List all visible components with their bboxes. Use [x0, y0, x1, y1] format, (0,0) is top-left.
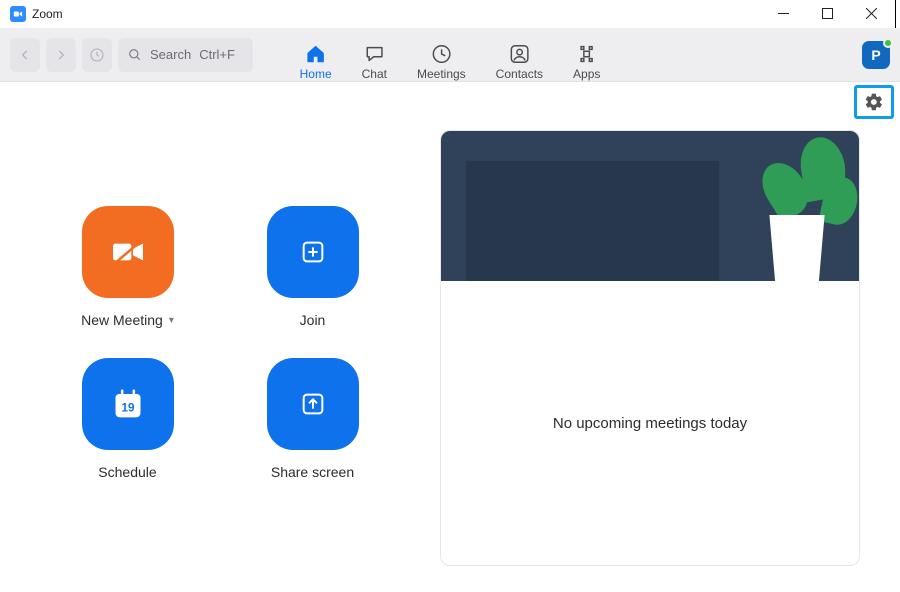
- tab-apps[interactable]: Apps: [573, 39, 600, 81]
- apps-icon: [576, 43, 598, 65]
- window-titlebar: Zoom: [0, 0, 900, 28]
- share-up-icon: [297, 388, 329, 420]
- chat-icon: [363, 43, 385, 65]
- maximize-button[interactable]: [805, 0, 849, 28]
- profile-initial: P: [871, 47, 880, 63]
- action-share-screen[interactable]: Share screen: [225, 358, 400, 480]
- schedule-tile: 19: [82, 358, 174, 450]
- close-button[interactable]: [849, 0, 893, 28]
- search-shortcut-hint: Ctrl+F: [199, 47, 235, 62]
- action-schedule[interactable]: 19 Schedule: [40, 358, 215, 480]
- quick-actions: New Meeting ▾ Join 19: [40, 116, 400, 566]
- settings-row: [0, 82, 900, 116]
- search-icon: [128, 48, 142, 62]
- profile-avatar[interactable]: P: [862, 41, 890, 69]
- tab-label: Chat: [362, 67, 387, 81]
- action-label-row: New Meeting ▾: [81, 312, 174, 328]
- clock-icon: [430, 43, 452, 65]
- upcoming-meetings-panel: No upcoming meetings today: [440, 130, 860, 566]
- plus-icon: [297, 236, 329, 268]
- action-new-meeting[interactable]: New Meeting ▾: [40, 206, 215, 328]
- tab-label: Contacts: [496, 67, 543, 81]
- no-meetings-message: No upcoming meetings today: [553, 415, 747, 432]
- new-meeting-tile: [82, 206, 174, 298]
- calendar-day: 19: [121, 402, 134, 415]
- search-input[interactable]: Search Ctrl+F: [118, 38, 253, 72]
- gear-icon: [864, 92, 884, 112]
- action-label: Share screen: [271, 464, 354, 480]
- action-join[interactable]: Join: [225, 206, 400, 328]
- window-title: Zoom: [32, 7, 63, 21]
- tab-chat[interactable]: Chat: [362, 39, 387, 81]
- tab-label: Apps: [573, 67, 600, 81]
- history-button[interactable]: [82, 38, 112, 72]
- settings-button[interactable]: [863, 91, 885, 113]
- chevron-down-icon[interactable]: ▾: [169, 315, 174, 326]
- contacts-icon: [508, 43, 530, 65]
- panel-body: No upcoming meetings today: [441, 281, 859, 565]
- tab-label: Home: [300, 67, 332, 81]
- zoom-app-icon: [10, 6, 26, 22]
- tab-contacts[interactable]: Contacts: [496, 39, 543, 81]
- calendar-icon: 19: [108, 384, 148, 424]
- settings-highlight-box: [854, 85, 894, 119]
- join-tile: [267, 206, 359, 298]
- home-icon: [305, 43, 327, 65]
- main-toolbar: Search Ctrl+F Home Chat Meetings Contact…: [0, 28, 900, 82]
- main-content: New Meeting ▾ Join 19: [0, 116, 900, 586]
- nav-back-button[interactable]: [10, 38, 40, 72]
- action-label: Schedule: [98, 464, 156, 480]
- search-placeholder: Search: [150, 47, 191, 62]
- tab-home[interactable]: Home: [300, 39, 332, 81]
- panel-hero-image: [441, 131, 859, 281]
- tab-label: Meetings: [417, 67, 466, 81]
- action-label: New Meeting: [81, 312, 163, 328]
- nav-tabs: Home Chat Meetings Contacts Apps: [300, 28, 601, 81]
- share-screen-tile: [267, 358, 359, 450]
- minimize-button[interactable]: [761, 0, 805, 28]
- status-indicator-available: [883, 38, 893, 48]
- tab-meetings[interactable]: Meetings: [417, 39, 466, 81]
- video-camera-icon: [108, 232, 148, 272]
- nav-forward-button[interactable]: [46, 38, 76, 72]
- action-label: Join: [300, 312, 326, 328]
- titlebar-separator: [895, 0, 896, 28]
